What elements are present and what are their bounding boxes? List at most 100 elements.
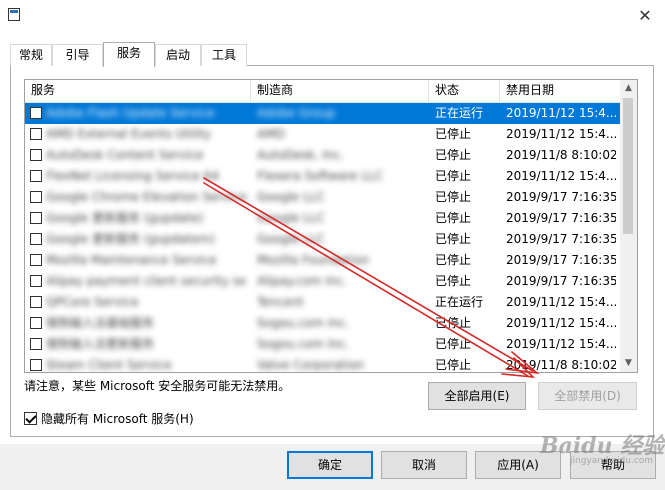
- service-name: Google Chrome Elevation Service: [46, 190, 246, 204]
- service-status: 已停止: [435, 148, 472, 162]
- service-checkbox[interactable]: [30, 149, 42, 161]
- list-header: 服务 制造商 状态 禁用日期: [25, 80, 621, 103]
- service-checkbox[interactable]: [30, 296, 42, 308]
- service-checkbox[interactable]: [30, 128, 42, 140]
- service-row[interactable]: 搜狗输入法基础服务 Sogou.com Inc. 已停止 2019/11/12 15:…: [25, 313, 621, 334]
- column-header-disable-date[interactable]: 禁用日期: [500, 80, 621, 102]
- service-name: Adobe Flash Update Service: [46, 106, 215, 120]
- service-maker: Valve Corporation: [257, 358, 365, 372]
- service-row[interactable]: FlexNet Licensing Service 64 Flexera Soft…: [25, 166, 621, 187]
- service-maker: AMD: [257, 127, 285, 141]
- close-icon[interactable]: ✕: [635, 6, 655, 26]
- baidu-watermark: Baidu 经验 jingyan.baidu.com: [540, 412, 664, 472]
- service-name: AutoDesk Content Service: [46, 148, 204, 162]
- service-disable-date: 2019/9/17 7:16:35: [506, 232, 616, 246]
- tab-general[interactable]: 常规: [10, 44, 52, 66]
- service-checkbox[interactable]: [30, 359, 42, 371]
- security-notice: 请注意，某些 Microsoft 安全服务可能无法禁用。: [24, 379, 291, 393]
- service-row[interactable]: Google 更新服务 (gupdatem) Google LLC 已停止 2019/…: [25, 229, 621, 250]
- service-status: 正在运行: [435, 106, 484, 120]
- vertical-scrollbar[interactable]: ▲ ▼: [620, 80, 637, 372]
- service-row[interactable]: AutoDesk Content Service AutoDesk, Inc. 已停…: [25, 145, 621, 166]
- service-disable-date: 2019/11/12 15:4...: [506, 106, 616, 120]
- service-checkbox[interactable]: [30, 254, 42, 266]
- service-status: 已停止: [435, 274, 472, 288]
- msconfig-app-icon: [8, 8, 20, 21]
- ok-button[interactable]: 确定: [287, 451, 373, 479]
- service-row[interactable]: Adobe Flash Update Service Adobe Group 正在运…: [25, 103, 621, 124]
- service-disable-date: 2019/11/8 8:10:02: [506, 358, 616, 372]
- title-bar: ✕: [0, 0, 665, 34]
- service-maker: Tencent: [257, 295, 304, 309]
- disable-all-button[interactable]: 全部禁用(D): [538, 382, 637, 410]
- service-name: Google 更新服务 (gupdatem): [46, 232, 215, 246]
- service-status: 已停止: [435, 169, 472, 183]
- service-maker: Google LLC: [257, 190, 325, 204]
- service-status: 已停止: [435, 232, 472, 246]
- service-name: Alipay payment client security se...: [46, 274, 246, 288]
- enable-all-button[interactable]: 全部启用(E): [428, 382, 526, 410]
- service-maker: Mozilla Foundation: [257, 253, 370, 267]
- tab-startup[interactable]: 启动: [155, 44, 201, 66]
- service-row[interactable]: 搜狗输入法更新服务 Sogou.com Inc. 已停止 2019/11/12 15:…: [25, 334, 621, 355]
- service-name: Mozilla Maintenance Service: [46, 253, 217, 267]
- service-row[interactable]: AMD External Events Utility AMD 已停止 2019/11…: [25, 124, 621, 145]
- service-disable-date: 2019/11/8 8:10:02: [506, 148, 616, 162]
- service-disable-date: 2019/11/12 15:4...: [506, 169, 616, 183]
- service-status: 正在运行: [435, 295, 484, 309]
- service-checkbox[interactable]: [30, 191, 42, 203]
- scroll-down-arrow-icon[interactable]: ▼: [620, 355, 637, 372]
- service-row[interactable]: Steam Client Service Valve Corporation 已停止…: [25, 355, 621, 372]
- service-checkbox[interactable]: [30, 212, 42, 224]
- service-row[interactable]: Mozilla Maintenance Service Mozilla Found…: [25, 250, 621, 271]
- service-name: Google 更新服务 (gupdate): [46, 211, 204, 225]
- service-checkbox[interactable]: [30, 170, 42, 182]
- service-status: 已停止: [435, 337, 472, 351]
- service-maker: Sogou.com Inc.: [257, 337, 350, 351]
- service-name: QPCore Service: [46, 295, 139, 309]
- service-checkbox[interactable]: [30, 317, 42, 329]
- tab-tools[interactable]: 工具: [201, 44, 247, 66]
- services-list[interactable]: 服务 制造商 状态 禁用日期 Adobe Flash Update Servic…: [24, 79, 638, 373]
- column-header-status[interactable]: 状态: [429, 80, 500, 102]
- service-checkbox[interactable]: [30, 275, 42, 287]
- service-row[interactable]: Google 更新服务 (gupdate) Google LLC 已停止 2019/9…: [25, 208, 621, 229]
- hide-microsoft-services-checkbox[interactable]: [24, 412, 37, 425]
- service-disable-date: 2019/11/12 15:4...: [506, 337, 616, 351]
- service-checkbox[interactable]: [30, 107, 42, 119]
- scroll-up-arrow-icon[interactable]: ▲: [620, 80, 637, 97]
- service-status: 已停止: [435, 211, 472, 225]
- service-maker: Sogou.com Inc.: [257, 316, 350, 330]
- service-disable-date: 2019/11/12 15:4...: [506, 316, 616, 330]
- service-disable-date: 2019/9/17 7:16:35: [506, 211, 616, 225]
- column-header-maker[interactable]: 制造商: [251, 80, 429, 102]
- scrollbar-thumb[interactable]: [623, 98, 633, 234]
- service-name: 搜狗输入法基础服务: [46, 316, 155, 330]
- service-status: 已停止: [435, 253, 472, 267]
- cancel-button[interactable]: 取消: [381, 451, 467, 479]
- service-row[interactable]: Google Chrome Elevation Service Google LL…: [25, 187, 621, 208]
- service-name: Steam Client Service: [46, 358, 172, 372]
- service-maker: Google LLC: [257, 211, 325, 225]
- service-maker: AutoDesk, Inc.: [257, 148, 344, 162]
- tab-boot[interactable]: 引导: [52, 44, 103, 66]
- service-disable-date: 2019/9/17 7:16:35: [506, 190, 616, 204]
- service-name: FlexNet Licensing Service 64: [46, 169, 220, 183]
- service-checkbox[interactable]: [30, 233, 42, 245]
- service-name: AMD External Events Utility: [46, 127, 211, 141]
- service-disable-date: 2019/11/12 15:4...: [506, 127, 616, 141]
- service-checkbox[interactable]: [30, 338, 42, 350]
- service-disable-date: 2019/11/12 15:4...: [506, 295, 616, 309]
- tab-services[interactable]: 服务: [103, 42, 155, 67]
- column-header-service[interactable]: 服务: [25, 80, 251, 102]
- service-maker: Adobe Group: [257, 106, 336, 120]
- service-row[interactable]: Alipay payment client security se... Alip…: [25, 271, 621, 292]
- service-status: 已停止: [435, 127, 472, 141]
- service-status: 已停止: [435, 316, 472, 330]
- service-disable-date: 2019/9/17 7:16:35: [506, 274, 616, 288]
- service-maker: Flexera Software LLC: [257, 169, 384, 183]
- watermark-url: jingyan.baidu.com: [570, 456, 654, 466]
- service-maker: Google LLC: [257, 232, 325, 246]
- service-name: 搜狗输入法更新服务: [46, 337, 155, 351]
- service-row[interactable]: QPCore Service Tencent 正在运行 2019/11/12 15:4…: [25, 292, 621, 313]
